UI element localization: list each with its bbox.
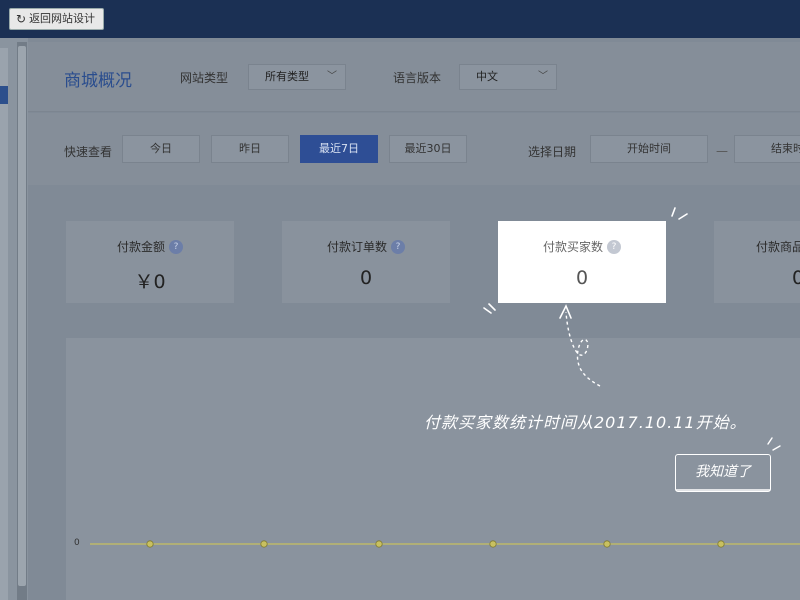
question-mark-icon[interactable]: ? xyxy=(607,239,621,254)
card-value: 0 xyxy=(575,267,589,289)
refresh-icon: ↻ xyxy=(16,12,27,26)
select-date-label: 选择日期 xyxy=(528,145,577,159)
scrollbar-thumb[interactable] xyxy=(18,46,26,586)
quick-view-label: 快速查看 xyxy=(64,145,113,159)
back-button-label: 返回网站设计 xyxy=(29,12,96,25)
quick-yesterday-button[interactable]: 昨日 xyxy=(211,135,289,163)
chart-y-zero-label: 0 xyxy=(74,538,80,548)
language-label: 语言版本 xyxy=(393,71,442,85)
site-type-value: 所有类型 xyxy=(265,70,309,83)
card-label: 付款商品 xyxy=(756,240,800,254)
date-separator: — xyxy=(716,144,728,158)
stat-card-payment-amount: 付款金额? ￥0 xyxy=(66,221,234,303)
language-value: 中文 xyxy=(476,70,498,83)
site-type-label: 网站类型 xyxy=(180,71,229,85)
got-it-button[interactable]: 我知道了 xyxy=(675,454,771,492)
arrow-head-icon xyxy=(559,304,572,319)
card-label: 付款买家数 xyxy=(542,240,603,254)
filter-panel: 快速查看 今日 昨日 最近7日 最近30日 选择日期 开始时间 — 结束时 xyxy=(28,113,800,185)
card-value: ￥0 xyxy=(134,271,166,293)
stat-card-paid-products: 付款商品 0 xyxy=(714,221,800,303)
left-scrollbar[interactable] xyxy=(17,42,27,600)
chevron-down-icon: ﹀ xyxy=(327,71,337,82)
header-panel: 商城概况 网站类型 所有类型 ﹀ 语言版本 中文 ﹀ xyxy=(28,42,800,112)
language-select[interactable]: 中文 ﹀ xyxy=(459,64,557,90)
quick-today-button[interactable]: 今日 xyxy=(122,135,200,163)
question-mark-icon[interactable]: ? xyxy=(391,239,405,254)
chevron-down-icon: ﹀ xyxy=(538,71,548,82)
card-value: 0 xyxy=(792,267,800,289)
start-date-input[interactable]: 开始时间 xyxy=(590,135,708,163)
left-rail-active-marker xyxy=(0,86,8,104)
card-label: 付款金额 xyxy=(116,240,165,254)
stat-card-payment-orders: 付款订单数? 0 xyxy=(282,221,450,303)
quick-last-7-days-button[interactable]: 最近7日 xyxy=(300,135,378,163)
end-date-input[interactable]: 结束时 xyxy=(734,135,800,163)
site-type-select[interactable]: 所有类型 ﹀ xyxy=(248,64,346,90)
left-rail-inner xyxy=(0,48,8,600)
tip-message: 付款买家数统计时间从2017.10.11开始。 xyxy=(424,413,747,432)
stat-card-paying-buyers: 付款买家数? 0 xyxy=(498,221,666,303)
card-label: 付款订单数 xyxy=(326,240,387,254)
card-value: 0 xyxy=(359,267,373,289)
question-mark-icon[interactable]: ? xyxy=(169,239,183,254)
top-bar: ↻ 返回网站设计 xyxy=(0,0,800,38)
page-title: 商城概况 xyxy=(64,71,132,91)
back-to-site-design-button[interactable]: ↻ 返回网站设计 xyxy=(9,8,105,30)
quick-last-30-days-button[interactable]: 最近30日 xyxy=(389,135,467,163)
